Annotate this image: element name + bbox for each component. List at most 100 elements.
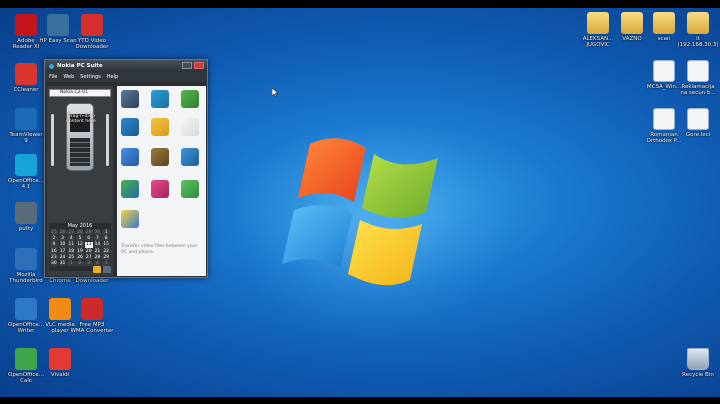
desktop-shortcut-label: YTD Video Downloader xyxy=(75,38,109,51)
minimize-button[interactable] xyxy=(182,62,192,69)
nokia-pc-suite-window[interactable]: Nokia PC Suite File Web Settings Help No… xyxy=(44,59,208,278)
recycle-bin-icon xyxy=(687,348,709,370)
folder-aleksandar-jugovic-icon xyxy=(587,12,609,34)
desktop-shortcut[interactable]: Gore.leci xyxy=(676,108,720,138)
desktop-shortcut[interactable]: YTD Video Downloader xyxy=(70,14,114,51)
calendar-grid: 25 26 27 28 29 30 1 2 3 4 5 6 7 8 9 10 11 12 13 14 15 16 17 18 1… xyxy=(49,230,111,267)
calendar-day[interactable]: 3 xyxy=(58,236,67,242)
calendar-day[interactable]: 21 xyxy=(93,248,102,254)
vivaldi-icon xyxy=(49,348,71,370)
calendar-day[interactable]: 5 xyxy=(76,236,84,242)
calendar-day[interactable]: 13 xyxy=(84,242,93,248)
calendar-day[interactable]: 29 xyxy=(84,230,93,236)
calendar-day[interactable]: 25 xyxy=(67,254,76,260)
calendar-day[interactable]: 1 xyxy=(67,260,76,267)
calendar-day[interactable]: 27 xyxy=(67,230,76,236)
calendar-day[interactable]: 14 xyxy=(93,242,102,248)
calendar-day[interactable]: 30 xyxy=(93,230,102,236)
openoffice-calc-icon xyxy=(15,348,37,370)
desktop-shortcut[interactable]: OpenOffice... 4.1 xyxy=(4,154,48,191)
calendar-day[interactable]: 3 xyxy=(84,260,93,267)
title-bar[interactable]: Nokia PC Suite xyxy=(45,60,207,72)
calendar-day[interactable]: 24 xyxy=(58,254,67,260)
reklamacija-doc-icon xyxy=(687,60,709,82)
desktop-shortcut-label: it (192.168.30.3) xyxy=(677,36,719,49)
music-icon[interactable] xyxy=(151,180,169,198)
footer-folder-icon[interactable] xyxy=(93,266,101,273)
calendar-day[interactable]: 18 xyxy=(67,248,76,254)
calendar-day[interactable]: 22 xyxy=(102,248,110,254)
calendar-day[interactable]: 19 xyxy=(76,248,84,254)
menu-help[interactable]: Help xyxy=(107,74,118,80)
calendar-day[interactable]: 29 xyxy=(102,254,110,260)
menu-bar: File Web Settings Help xyxy=(45,72,207,82)
nokia-app-icon xyxy=(49,63,54,69)
calendar-day[interactable]: 2 xyxy=(76,260,84,267)
calendar-day[interactable]: 27 xyxy=(84,254,93,260)
calendar-day[interactable]: 11 xyxy=(67,242,76,248)
settings-tile-icon[interactable] xyxy=(121,210,139,228)
calendar-day[interactable]: 30 xyxy=(50,260,58,267)
calendar-day[interactable]: 16 xyxy=(50,248,58,254)
desktop-shortcut[interactable]: it (192.168.30.3) xyxy=(676,12,720,49)
desktop-shortcut-label: Reklamacija na secun b... xyxy=(680,84,716,97)
calendar-day[interactable]: 26 xyxy=(58,230,67,236)
calendar-day[interactable]: 15 xyxy=(102,242,110,248)
calendar-day[interactable]: 8 xyxy=(102,236,110,242)
desktop-shortcut[interactable]: CCleaner xyxy=(4,63,48,93)
contacts-icon[interactable] xyxy=(121,118,139,136)
calendar-day[interactable]: 12 xyxy=(76,242,84,248)
calendar-day[interactable]: 6 xyxy=(84,236,93,242)
calendar-day[interactable]: 7 xyxy=(93,236,102,242)
device-selector[interactable]: Nokia C2-01 xyxy=(49,89,111,97)
footer-device-icon[interactable] xyxy=(103,266,111,273)
calendar-day[interactable]: 10 xyxy=(58,242,67,248)
desktop-shortcut[interactable]: putty xyxy=(4,202,48,232)
calendar-day[interactable]: 26 xyxy=(76,254,84,260)
calendar-day[interactable]: 23 xyxy=(50,254,58,260)
phone-sync-icon[interactable] xyxy=(121,90,139,108)
menu-settings[interactable]: Settings xyxy=(80,74,101,80)
close-button[interactable] xyxy=(194,62,204,69)
internet-icon[interactable] xyxy=(181,90,199,108)
right-scroll-handle[interactable] xyxy=(106,114,109,166)
desktop-shortcut[interactable]: Recycle Bin xyxy=(676,348,720,378)
calendar-day[interactable]: 31 xyxy=(58,260,67,267)
mouse-cursor-icon xyxy=(272,88,278,97)
calendar-day[interactable]: 20 xyxy=(84,248,93,254)
features-panel: Transfer video files between your PC and… xyxy=(117,86,206,276)
video-transfer-icon[interactable] xyxy=(181,148,199,166)
desktop-shortcut[interactable]: TeamViewer 9 xyxy=(4,108,48,145)
calendar-day[interactable]: 25 xyxy=(50,230,58,236)
menu-file[interactable]: File xyxy=(49,74,57,80)
calendar-day[interactable]: 17 xyxy=(58,248,67,254)
free-mp3-converter-icon xyxy=(81,298,103,320)
ccleaner-icon xyxy=(15,63,37,85)
calendar-day[interactable]: 28 xyxy=(76,230,84,236)
photos-icon[interactable] xyxy=(151,148,169,166)
folder-scan-icon xyxy=(653,12,675,34)
menu-web[interactable]: Web xyxy=(63,74,74,80)
messages-icon[interactable] xyxy=(151,118,169,136)
calendar-day[interactable]: 28 xyxy=(93,254,102,260)
download-icon[interactable] xyxy=(181,180,199,198)
desktop-shortcut[interactable]: Free MP3 WMA Converter xyxy=(70,298,114,335)
desktop-shortcut[interactable]: Reklamacija na secun b... xyxy=(676,60,720,97)
connect-icon[interactable] xyxy=(151,90,169,108)
thunderbird-icon xyxy=(15,248,37,270)
network-share-icon xyxy=(687,12,709,34)
desktop[interactable]: Adobe Reader XI HP Easy Scan YTD Video Dow… xyxy=(0,8,720,397)
desktop-shortcut-label: Gore.leci xyxy=(685,132,711,138)
calendar-tile-icon[interactable] xyxy=(181,118,199,136)
desktop-shortcut[interactable]: Vivaldi xyxy=(38,348,82,378)
desktop-shortcut-label: Free MP3 WMA Converter xyxy=(70,322,114,335)
backup-icon[interactable] xyxy=(121,148,139,166)
left-scroll-handle[interactable] xyxy=(51,114,54,166)
calendar-day[interactable]: 1 xyxy=(102,230,110,236)
openoffice-writer-icon xyxy=(15,298,37,320)
calendar-day[interactable]: 2 xyxy=(50,236,58,242)
install-apps-icon[interactable] xyxy=(121,180,139,198)
calendar-day[interactable]: 4 xyxy=(67,236,76,242)
calendar-day[interactable]: 9 xyxy=(50,242,58,248)
vlc-icon xyxy=(49,298,71,320)
